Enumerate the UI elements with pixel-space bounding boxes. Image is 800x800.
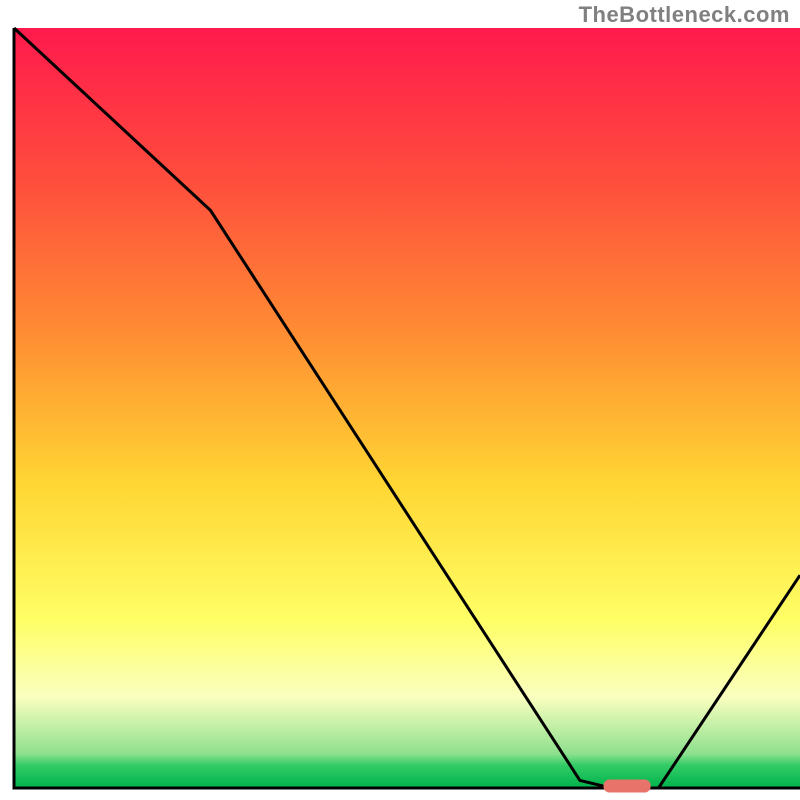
plot-area [14,28,800,793]
optimal-marker [604,780,651,793]
bottleneck-chart [0,0,800,800]
watermark-text: TheBottleneck.com [579,2,790,28]
gradient-background [14,28,800,788]
chart-container: TheBottleneck.com [0,0,800,800]
